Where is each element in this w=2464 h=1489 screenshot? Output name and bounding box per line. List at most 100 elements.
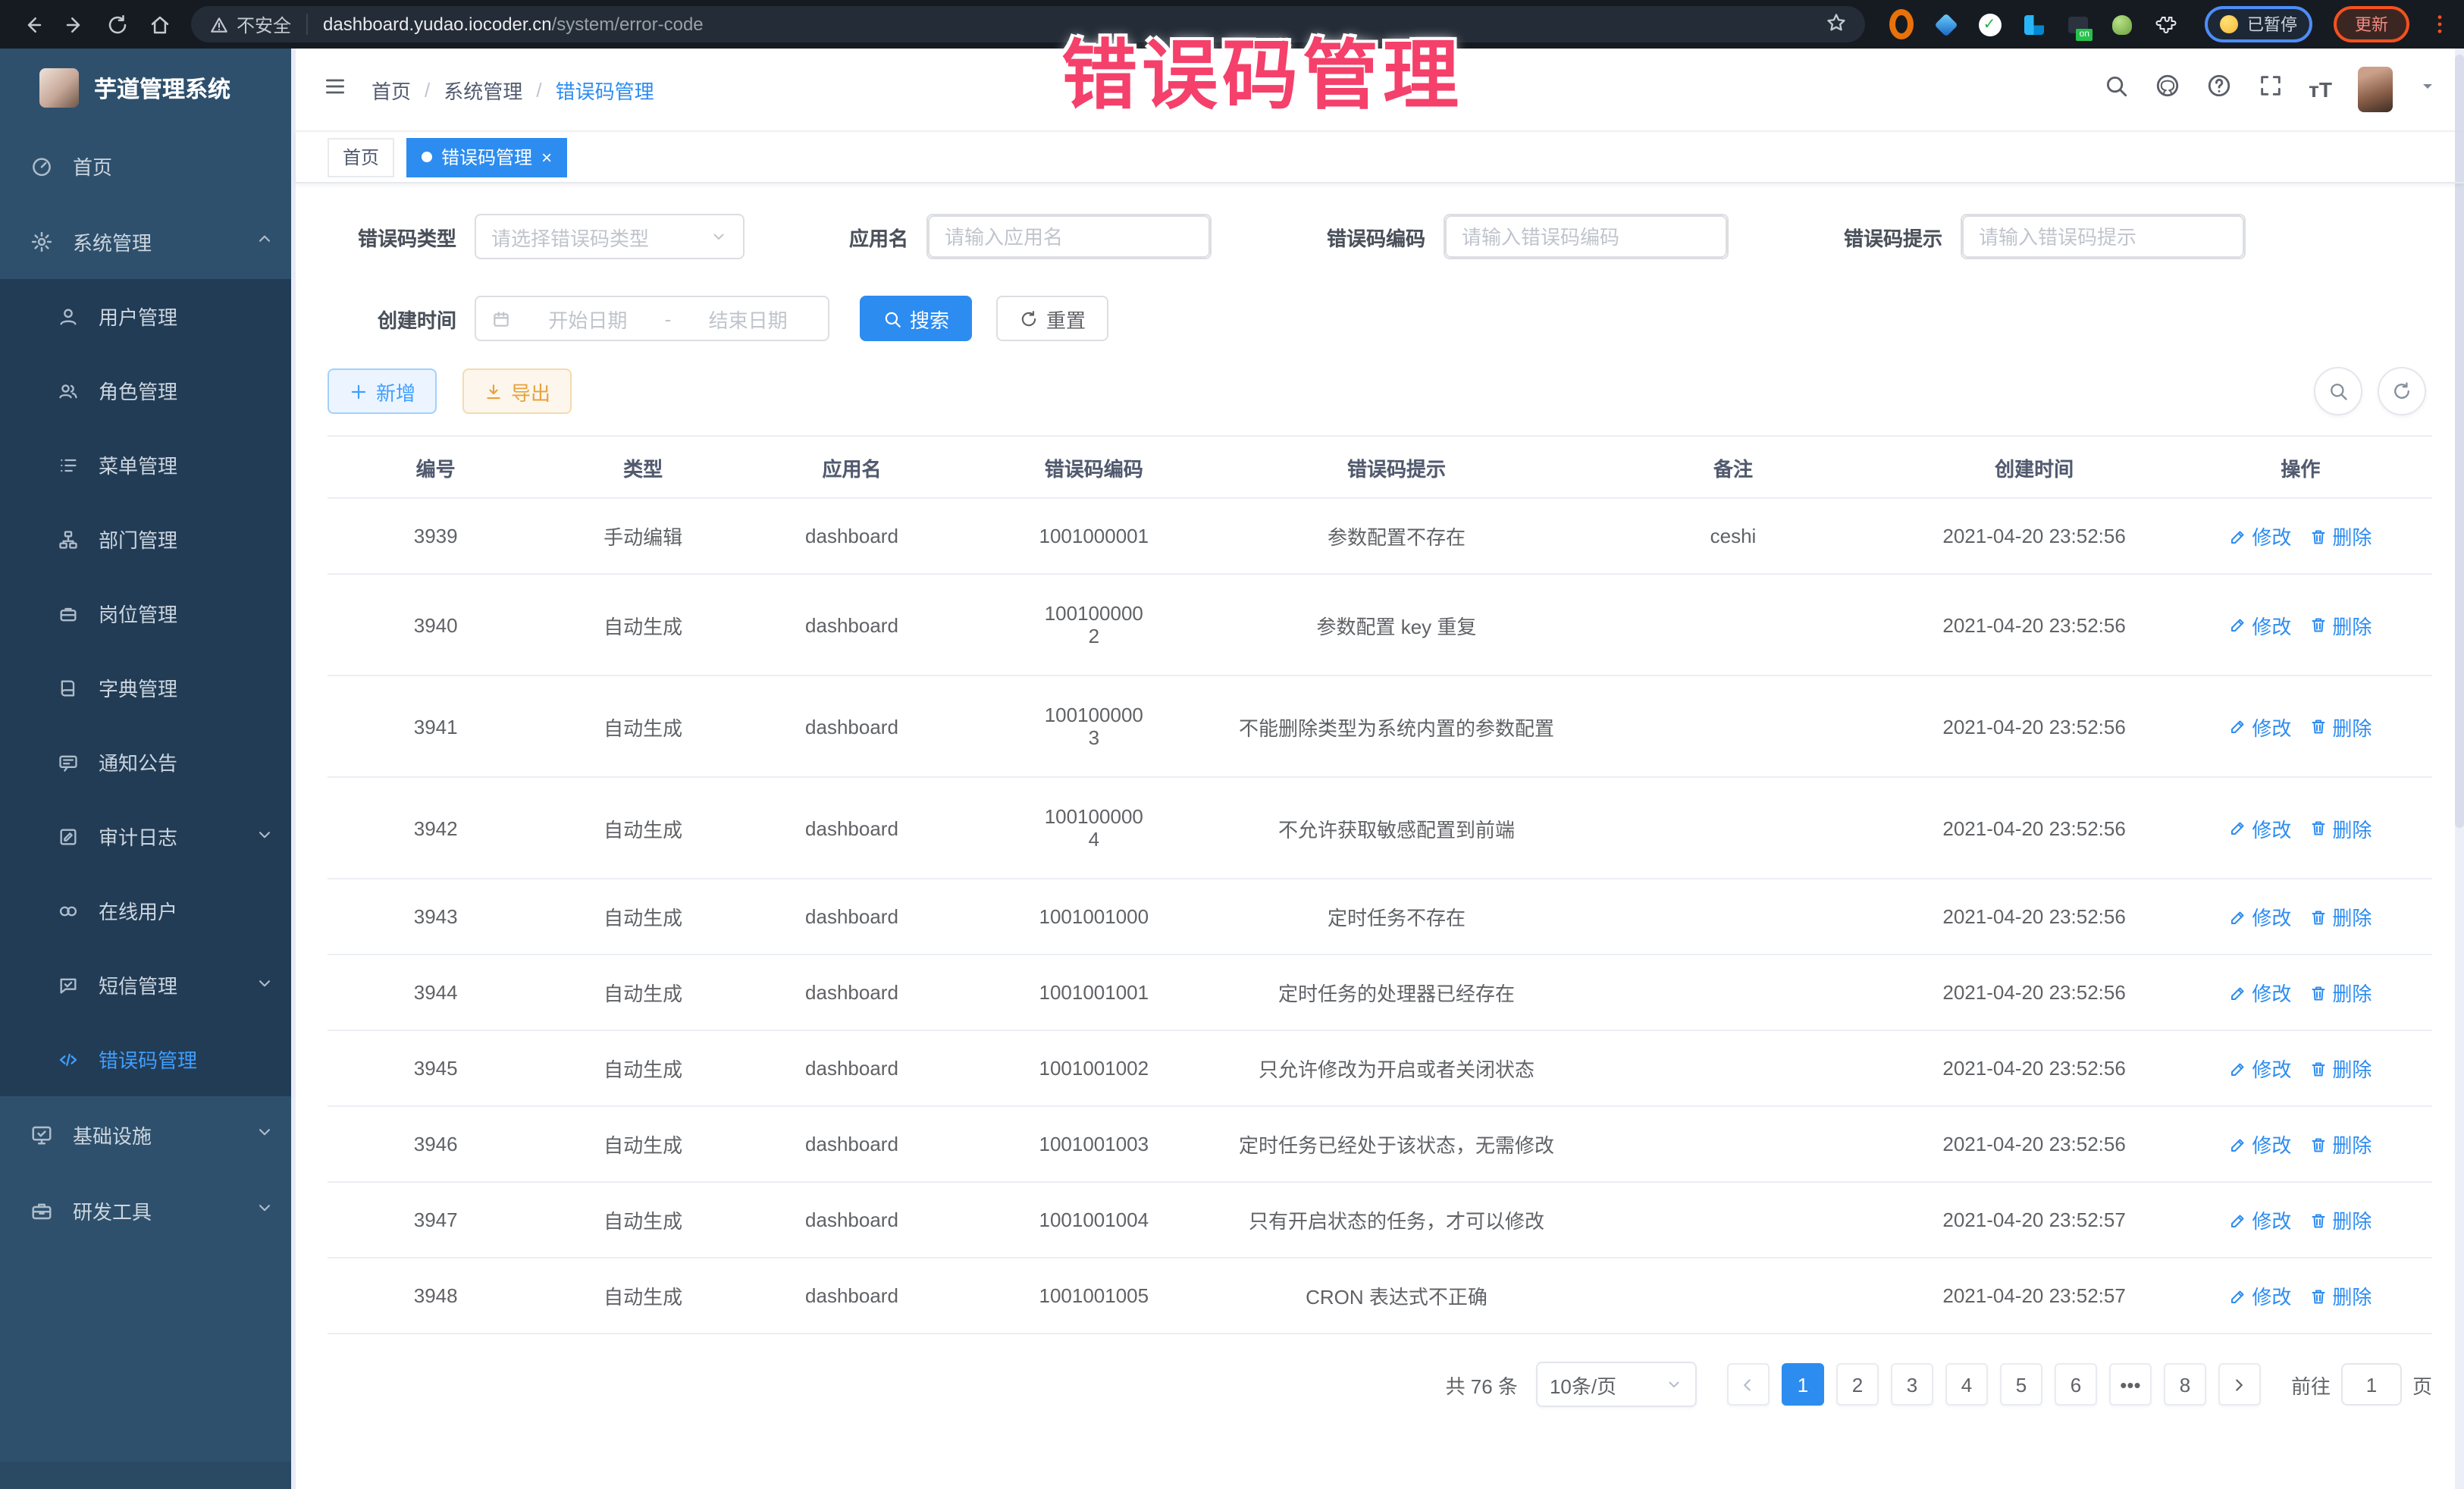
edit-icon [2229,1211,2247,1229]
extension-icon-donut[interactable] [1889,12,1914,36]
page-button-6[interactable]: 6 [2055,1363,2097,1406]
sidebar-item-role[interactable]: 角色管理 [0,353,296,428]
delete-link[interactable]: 删除 [2309,978,2372,1007]
error-msg-input[interactable] [1962,215,2244,258]
browser-update-button[interactable]: 更新 [2334,6,2409,42]
delete-link[interactable]: 删除 [2309,610,2372,639]
sidebar-item-menu[interactable]: 菜单管理 [0,428,296,502]
bookmark-star-icon[interactable] [1826,11,1847,37]
trash-icon [2309,1287,2328,1305]
edit-link[interactable]: 修改 [2229,610,2291,639]
breadcrumb-home[interactable]: 首页 [371,75,411,104]
sidebar-item-dict[interactable]: 字典管理 [0,650,296,725]
tab-close-icon[interactable]: × [541,148,552,166]
tab-home[interactable]: 首页 [328,137,394,177]
delete-link[interactable]: 删除 [2309,902,2372,931]
page-scrollbar[interactable] [2455,49,2464,1489]
github-icon[interactable] [2154,73,2180,106]
page-button-5[interactable]: 5 [2000,1363,2042,1406]
export-button[interactable]: 导出 [462,368,572,414]
site-security[interactable]: 不安全 [209,11,291,37]
edit-link[interactable]: 修改 [2229,1054,2291,1083]
sidebar-item-infra[interactable]: 基础设施 [0,1096,296,1172]
extensions-puzzle-icon[interactable] [2153,12,2177,36]
address-bar[interactable]: 不安全 dashboard.yudao.iocoder.cn/system/er… [191,6,1865,42]
edit-link[interactable]: 修改 [2229,813,2291,842]
tab-error-code[interactable]: 错误码管理 × [406,137,567,177]
edit-link[interactable]: 修改 [2229,978,2291,1007]
page-button-8[interactable]: 8 [2164,1363,2206,1406]
page-ellipsis-button[interactable]: ••• [2109,1363,2152,1406]
page-button-4[interactable]: 4 [1945,1363,1988,1406]
edit-link[interactable]: 修改 [2229,1205,2291,1234]
page-size-select[interactable]: 10条/页 [1536,1362,1697,1407]
sidebar-item-devtool[interactable]: 研发工具 [0,1172,296,1248]
browser-reload-button[interactable] [97,5,136,44]
paused-badge[interactable]: 已暂停 [2205,6,2312,42]
browser-back-button[interactable] [12,5,52,44]
extension-icon-gem[interactable] [1933,12,1958,36]
page-button-2[interactable]: 2 [1836,1363,1879,1406]
add-button[interactable]: 新增 [328,368,437,414]
hamburger-icon[interactable] [323,74,347,105]
sidebar-item-errcode[interactable]: 错误码管理 [0,1022,296,1096]
date-range-picker[interactable]: 开始日期 - 结束日期 [475,296,829,341]
sidebar-item-dept[interactable]: 部门管理 [0,502,296,576]
error-type-select[interactable]: 请选择错误码类型 [475,214,745,259]
sidebar-item-system[interactable]: 系统管理 [0,203,296,279]
error-code-input[interactable] [1445,215,1727,258]
sidebar-item-notice[interactable]: 通知公告 [0,725,296,799]
chevron-down-icon [255,824,274,848]
header-search-icon[interactable] [2102,73,2128,106]
next-page-button[interactable] [2218,1363,2261,1406]
search-button[interactable]: 搜索 [860,296,972,341]
delete-link[interactable]: 删除 [2309,1054,2372,1083]
browser-forward-button[interactable] [55,5,94,44]
logo-image [39,68,79,108]
sidebar-item-online[interactable]: 在线用户 [0,873,296,948]
breadcrumb-system[interactable]: 系统管理 [444,75,522,104]
edit-link[interactable]: 修改 [2229,902,2291,931]
table-row: 3945自动生成dashboard1001001002只允许修改为开启或者关闭状… [328,1031,2432,1107]
sidebar-item-home[interactable]: 首页 [0,127,296,203]
delete-link[interactable]: 删除 [2309,1281,2372,1310]
user-avatar[interactable] [2358,67,2393,112]
notice-icon [58,751,79,773]
goto-page-input[interactable] [2341,1363,2402,1406]
font-size-icon[interactable]: тT [2309,77,2332,102]
edit-link[interactable]: 修改 [2229,712,2291,741]
browser-menu-button[interactable] [2428,12,2452,36]
extension-icon-check[interactable]: ✓ [1977,12,2002,36]
page-button-1[interactable]: 1 [1782,1363,1824,1406]
fullscreen-icon[interactable] [2257,73,2283,106]
delete-link[interactable]: 删除 [2309,712,2372,741]
extension-icon-grid[interactable] [2021,12,2045,36]
extension-icon-key[interactable] [2109,12,2133,36]
toggle-search-button[interactable] [2314,367,2362,415]
reset-button[interactable]: 重置 [996,296,1108,341]
delete-link[interactable]: 删除 [2309,813,2372,842]
edit-link[interactable]: 修改 [2229,1281,2291,1310]
app-name-input[interactable] [928,215,1210,258]
edit-icon [2229,527,2247,545]
edit-link[interactable]: 修改 [2229,1130,2291,1158]
page-button-3[interactable]: 3 [1891,1363,1933,1406]
extension-icon-on[interactable] [2065,12,2089,36]
delete-link[interactable]: 删除 [2309,1205,2372,1234]
sidebar-item-user[interactable]: 用户管理 [0,279,296,353]
sidebar-item-post[interactable]: 岗位管理 [0,576,296,650]
delete-link[interactable]: 删除 [2309,522,2372,550]
browser-home-button[interactable] [140,5,179,44]
refresh-table-button[interactable] [2378,367,2426,415]
cell-code: 100100000 2 [961,602,1226,647]
help-icon[interactable] [2205,73,2231,106]
delete-link[interactable]: 删除 [2309,1130,2372,1158]
sidebar-item-label: 字典管理 [99,673,177,702]
avatar-caret-icon[interactable] [2419,76,2437,103]
edit-link[interactable]: 修改 [2229,522,2291,550]
sidebar-item-sms[interactable]: 短信管理 [0,948,296,1022]
prev-page-button[interactable] [1727,1363,1770,1406]
sidebar-logo[interactable]: 芋道管理系统 [0,49,296,127]
sidebar-item-log[interactable]: 审计日志 [0,799,296,873]
cell-code: 1001001002 [961,1057,1226,1080]
